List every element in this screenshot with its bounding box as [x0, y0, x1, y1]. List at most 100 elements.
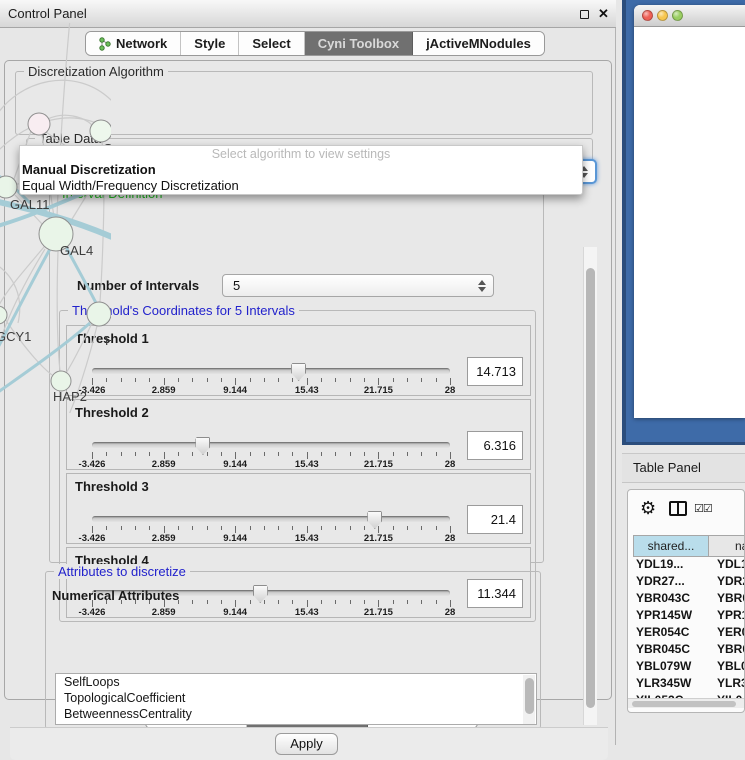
- slider-tick: [92, 526, 93, 533]
- slider-tick: [450, 452, 451, 459]
- slider-tick-label: 2.859: [152, 385, 176, 396]
- slider-tick: [407, 452, 408, 456]
- table-row[interactable]: YDR27...YDR2: [633, 574, 745, 591]
- slider-tick: [321, 452, 322, 456]
- tab-jactivemnodules[interactable]: jActiveMNodules: [413, 32, 544, 55]
- network-node-gal11[interactable]: [0, 176, 17, 198]
- tab-label: jActiveMNodules: [426, 36, 531, 51]
- cell-name: YPR1: [717, 608, 745, 622]
- slider-tick: [450, 378, 451, 385]
- slider-tick: [221, 452, 222, 456]
- network-node-hap2[interactable]: [51, 371, 71, 391]
- algorithm-option-manual[interactable]: Manual Discretization: [20, 162, 582, 178]
- slider-tick: [164, 526, 165, 533]
- network-edge[interactable]: [0, 80, 111, 119]
- slider-tick-label: 9.144: [223, 459, 247, 470]
- tab-style[interactable]: Style: [181, 32, 239, 55]
- slider-tick: [149, 378, 150, 382]
- slider-tick: [436, 526, 437, 530]
- tab-label: Select: [252, 36, 290, 51]
- slider-tick: [235, 526, 236, 533]
- threshold-value-field[interactable]: 6.316: [467, 431, 523, 460]
- threshold-slider[interactable]: [92, 516, 450, 522]
- network-node-gal80[interactable]: [28, 113, 50, 135]
- slider-tick: [335, 378, 336, 382]
- slider-tick-label: 28: [445, 459, 456, 470]
- cell-shared-name: YBR043C: [636, 591, 690, 605]
- slider-tick: [278, 526, 279, 530]
- panel-scrollbar[interactable]: [583, 247, 597, 725]
- attributes-scrollbar[interactable]: [523, 675, 535, 724]
- table-row[interactable]: YLR345WYLR3: [633, 676, 745, 693]
- slider-tick: [135, 526, 136, 530]
- float-window-icon[interactable]: [580, 10, 589, 19]
- slider-tick: [250, 378, 251, 382]
- mac-zoom-icon[interactable]: [672, 10, 683, 21]
- slider-tick: [378, 526, 379, 533]
- threshold-slider[interactable]: [92, 442, 450, 448]
- mac-minimize-icon[interactable]: [657, 10, 668, 21]
- slider-tick: [378, 378, 379, 385]
- split-columns-icon[interactable]: [669, 501, 687, 516]
- network-edge[interactable]: [100, 184, 104, 302]
- panel-scrollbar-thumb[interactable]: [586, 268, 595, 708]
- algorithm-option-equal-width[interactable]: Equal Width/Frequency Discretization: [20, 178, 582, 194]
- slider-tick: [364, 452, 365, 456]
- table-row[interactable]: YER054CYER0: [633, 625, 745, 642]
- column-header-name[interactable]: name: [708, 535, 745, 557]
- network-node-label: H: [105, 333, 111, 348]
- slider-tick: [149, 452, 150, 456]
- column-header-shared-name[interactable]: shared...: [633, 535, 709, 557]
- apply-button[interactable]: Apply: [275, 733, 338, 755]
- threshold-value-field[interactable]: 21.4: [467, 505, 523, 534]
- slider-thumb[interactable]: [195, 437, 210, 455]
- slider-tick: [149, 526, 150, 530]
- threshold-panel-2: Threshold 2-3.4262.8599.14415.4321.71528…: [66, 399, 531, 470]
- attributes-scrollbar-thumb[interactable]: [525, 678, 534, 714]
- threshold-slider[interactable]: [92, 368, 450, 374]
- select-columns-icon[interactable]: ☑☑: [694, 502, 712, 515]
- slider-thumb[interactable]: [367, 511, 382, 529]
- network-edge[interactable]: [0, 247, 44, 307]
- threshold-panel-3: Threshold 3-3.4262.8599.14415.4321.71528…: [66, 473, 531, 544]
- numerical-attributes-label: Numerical Attributes: [52, 588, 179, 603]
- numerical-attributes-list[interactable]: SelfLoopsTopologicalCoefficientBetweenne…: [55, 673, 537, 725]
- slider-tick: [436, 378, 437, 382]
- cell-name: YBL0: [717, 659, 745, 673]
- table-row[interactable]: YBL079WYBL0: [633, 659, 745, 676]
- table-toolbar: ⚙ ☑☑: [628, 490, 744, 534]
- table-horizontal-scrollbar[interactable]: [628, 698, 744, 708]
- table-row[interactable]: YBR045CYBR0: [633, 642, 745, 659]
- slider-tick: [178, 526, 179, 530]
- tab-select[interactable]: Select: [239, 32, 304, 55]
- threshold-value-field[interactable]: 14.713: [467, 357, 523, 386]
- network-node-h[interactable]: [87, 302, 111, 326]
- slider-tick: [106, 452, 107, 456]
- table-rows: YDL19...YDL1YDR27...YDR2YBR043CYBR0YPR14…: [633, 557, 745, 698]
- tab-cyni-toolbox[interactable]: Cyni Toolbox: [305, 32, 413, 55]
- table-row[interactable]: YDL19...YDL1: [633, 557, 745, 574]
- table-hscroll-thumb[interactable]: [632, 701, 736, 707]
- attribute-item[interactable]: BetweennessCentrality: [56, 706, 536, 722]
- number-of-intervals-combobox[interactable]: 5: [222, 274, 494, 297]
- network-edge[interactable]: [57, 251, 60, 371]
- attribute-item[interactable]: TopologicalCoefficient: [56, 690, 536, 706]
- slider-tick: [321, 378, 322, 382]
- network-node-gal1[interactable]: [90, 120, 111, 142]
- network-canvas[interactable]: GAL80GAL1CGAL11GAL4GCY1HHAP2: [0, 23, 111, 413]
- table-row[interactable]: YPR145WYPR1: [633, 608, 745, 625]
- attribute-item[interactable]: SelfLoops: [56, 674, 536, 690]
- network-edge[interactable]: [48, 115, 92, 125]
- slider-tick: [450, 526, 451, 533]
- close-icon[interactable]: ✕: [598, 6, 609, 22]
- network-window-titlebar[interactable]: [634, 5, 745, 27]
- gear-icon[interactable]: ⚙: [640, 498, 656, 519]
- slider-tick: [292, 452, 293, 456]
- network-edge[interactable]: [5, 319, 52, 375]
- mac-close-icon[interactable]: [642, 10, 653, 21]
- slider-tick: [350, 378, 351, 382]
- table-row[interactable]: YBR043CYBR0: [633, 591, 745, 608]
- slider-tick-label: 15.43: [295, 533, 319, 544]
- network-edge[interactable]: [0, 249, 45, 365]
- slider-tick: [235, 378, 236, 385]
